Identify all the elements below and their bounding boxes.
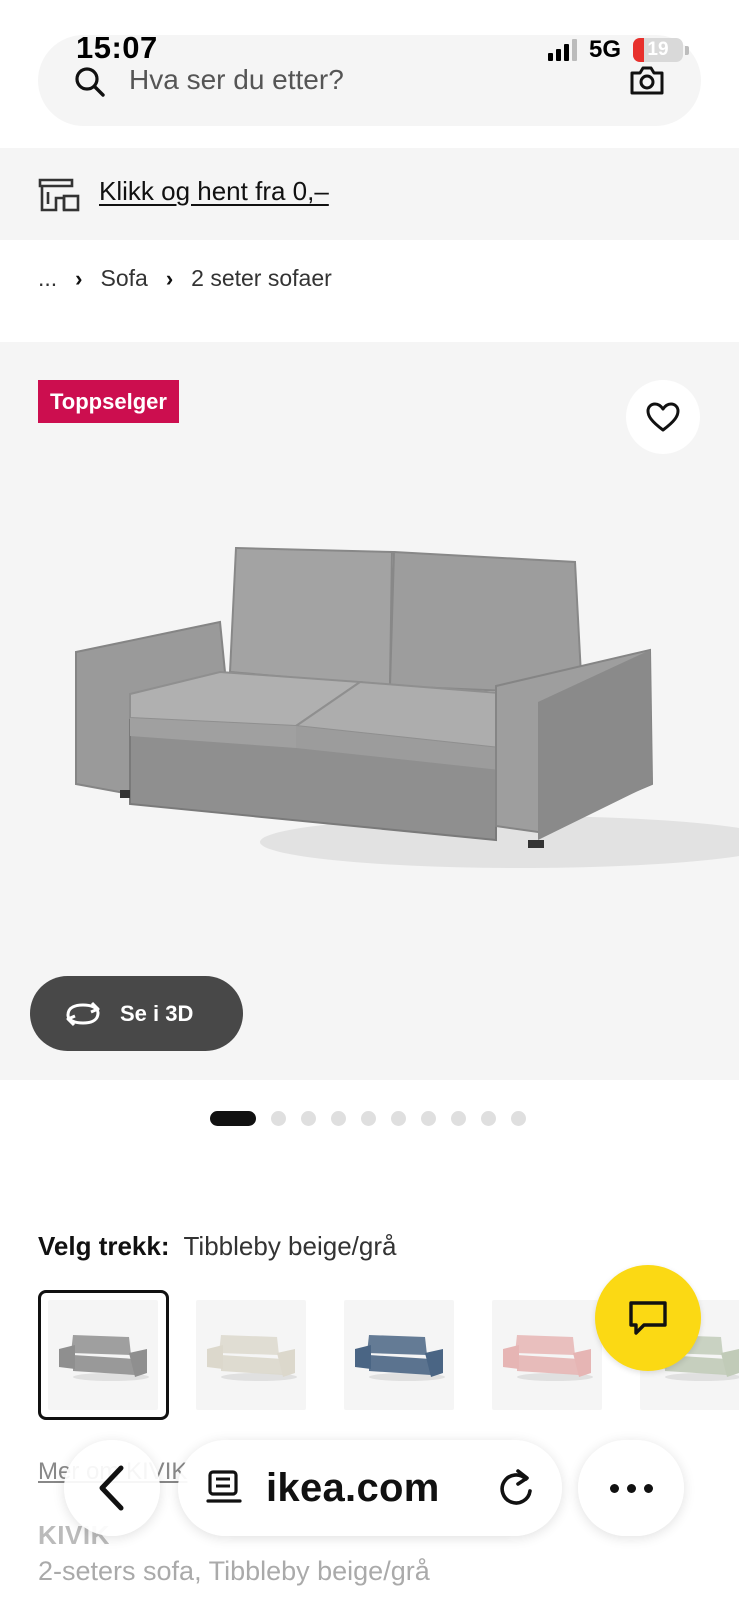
chevron-right-icon: › <box>75 265 83 291</box>
chat-icon <box>629 1301 667 1335</box>
cover-selected-value: Tibbleby beige/grå <box>183 1231 397 1261</box>
network-label: 5G <box>588 36 621 63</box>
cover-swatch-selected[interactable] <box>38 1290 186 1420</box>
cover-swatch[interactable] <box>186 1290 334 1420</box>
sofa-thumbnail-image <box>503 1335 593 1381</box>
pagination-dot-active[interactable] <box>210 1111 256 1126</box>
cover-swatch-thumbnail <box>492 1300 602 1410</box>
pagination-dot[interactable] <box>331 1111 346 1126</box>
sofa-thumbnail-image <box>355 1335 445 1381</box>
top-seller-badge: Toppselger <box>38 380 179 423</box>
pagination-dot[interactable] <box>421 1111 436 1126</box>
status-indicators: 5G 19 <box>547 36 689 64</box>
more-icon-dot <box>643 1483 653 1493</box>
more-button[interactable] <box>578 1440 684 1536</box>
search-icon <box>75 67 105 97</box>
breadcrumb: ... › Sofa › 2 seter sofaer <box>38 265 332 292</box>
view-3d-button[interactable]: Se i 3D <box>30 976 243 1051</box>
product-description: 2-seters sofa, Tibbleby beige/grå <box>38 1556 430 1586</box>
rotate-3d-icon <box>66 1001 100 1026</box>
click-collect-link[interactable]: Klikk og hent fra 0,– <box>99 176 329 207</box>
status-time: 15:07 <box>76 30 158 65</box>
pagination-dot[interactable] <box>511 1111 526 1126</box>
cover-swatch-thumbnail <box>196 1300 306 1410</box>
back-button[interactable] <box>64 1440 160 1536</box>
chat-button[interactable] <box>595 1265 701 1371</box>
cover-swatch[interactable] <box>334 1290 482 1420</box>
store-pickup-icon <box>38 178 80 212</box>
address-bar[interactable]: ikea.com <box>178 1440 562 1536</box>
chevron-left-icon <box>99 1465 124 1511</box>
pagination-dot[interactable] <box>391 1111 406 1126</box>
pagination-dot[interactable] <box>451 1111 466 1126</box>
more-icon-dot <box>626 1483 636 1493</box>
cover-swatch-thumbnail <box>344 1300 454 1410</box>
heart-icon <box>646 402 680 432</box>
pagination-dot[interactable] <box>361 1111 376 1126</box>
favorite-button[interactable] <box>626 380 700 454</box>
camera-icon[interactable] <box>629 64 665 96</box>
url-text[interactable]: ikea.com <box>266 1466 474 1511</box>
click-collect-banner[interactable]: Klikk og hent fra 0,– <box>0 148 739 240</box>
cover-label: Velg trekk: <box>38 1231 170 1261</box>
reload-icon[interactable] <box>496 1467 536 1509</box>
pagination-dot[interactable] <box>271 1111 286 1126</box>
selected-ring <box>38 1290 169 1420</box>
sofa-thumbnail-image <box>207 1335 297 1381</box>
signal-icon <box>547 39 577 61</box>
battery-icon: 19 <box>633 38 683 62</box>
cover-selection-heading: Velg trekk: Tibbleby beige/grå <box>38 1231 396 1262</box>
header: 15:07 5G 19 Hva ser du etter? <box>0 0 739 148</box>
breadcrumb-item-sofa[interactable]: Sofa <box>101 265 148 292</box>
more-icon <box>609 1483 619 1493</box>
sofa-product-image <box>75 546 739 868</box>
battery-cap <box>685 45 689 55</box>
pagination-dot[interactable] <box>481 1111 496 1126</box>
search-input[interactable]: Hva ser du etter? <box>129 64 344 96</box>
pagination-dot[interactable] <box>301 1111 316 1126</box>
breadcrumb-item-2-seter[interactable]: 2 seter sofaer <box>191 265 332 292</box>
reader-icon[interactable] <box>204 1468 244 1508</box>
chevron-right-icon: › <box>165 265 174 291</box>
view-3d-label: Se i 3D <box>120 1000 194 1026</box>
battery-level: 19 <box>647 39 669 60</box>
carousel-pagination[interactable] <box>210 1111 526 1126</box>
product-image-carousel[interactable]: Toppselger Se i 3D <box>0 342 739 1080</box>
breadcrumb-ellipsis[interactable]: ... <box>38 265 57 292</box>
